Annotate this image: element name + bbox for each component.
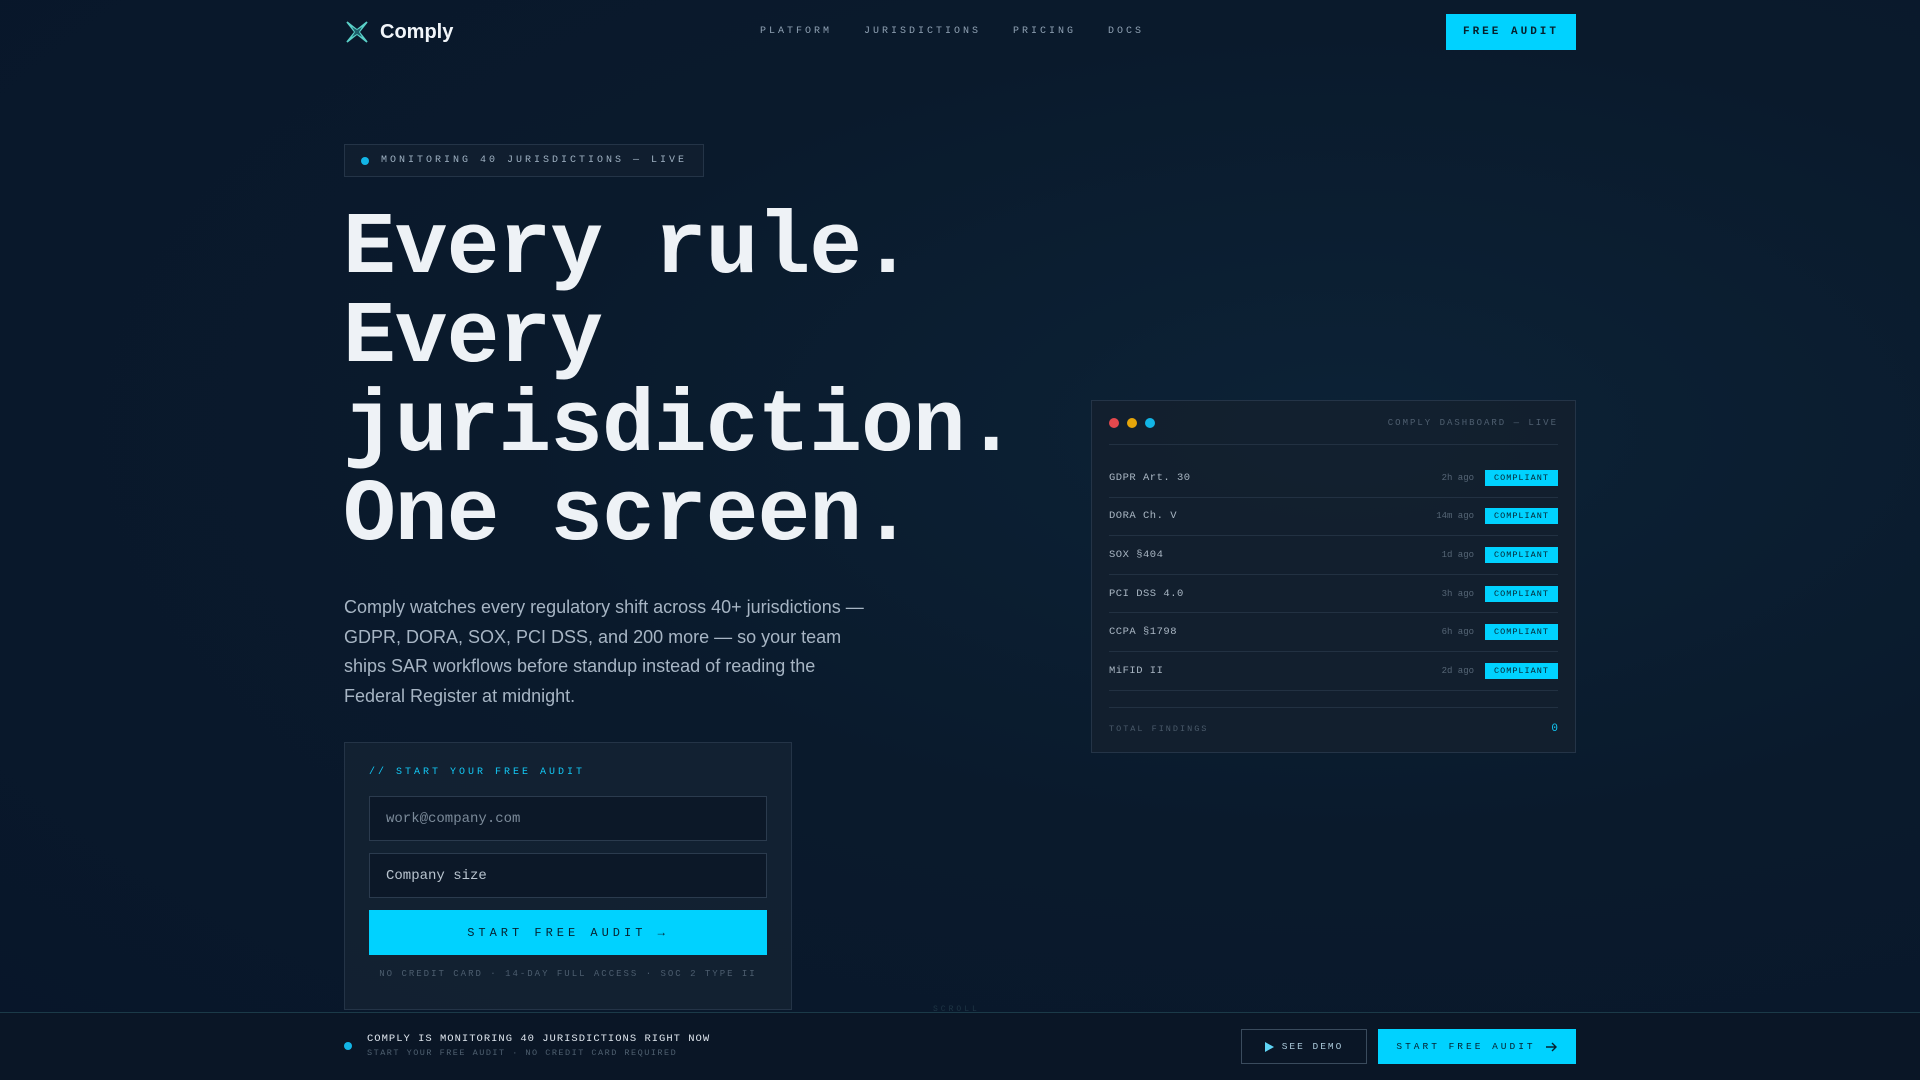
see-demo-label: SEE DEMO [1281, 1041, 1344, 1052]
headline-line-3: jurisdiction. [343, 378, 1018, 477]
email-field[interactable] [369, 796, 767, 841]
start-free-audit-label: START FREE AUDIT [1396, 1041, 1536, 1052]
nav-link-platform[interactable]: PLATFORM [760, 26, 832, 37]
regulation-name: MiFID II [1109, 664, 1164, 677]
status-badge: COMPLIANT [1485, 469, 1558, 486]
sticky-bottom-bar: COMPLY IS MONITORING 40 JURISDICTIONS RI… [0, 1012, 1920, 1080]
row-meta: 3h ago COMPLIANT [1441, 585, 1558, 602]
nav-link-pricing[interactable]: PRICING [1013, 26, 1076, 37]
nav-link-docs[interactable]: DOCS [1108, 26, 1144, 37]
regulation-name: DORA Ch. V [1109, 510, 1178, 523]
dashboard-footer: TOTAL FINDINGS 0 [1109, 706, 1558, 751]
status-badge: COMPLIANT [1485, 624, 1558, 641]
yellow-dot-icon [1127, 417, 1137, 428]
table-row: SOX §404 1d ago COMPLIANT [1109, 536, 1558, 575]
company-size-placeholder: Company size [386, 867, 487, 884]
see-demo-button[interactable]: SEE DEMO [1241, 1029, 1367, 1064]
total-findings-label: TOTAL FINDINGS [1109, 724, 1209, 735]
status-badge: COMPLIANT [1485, 508, 1558, 525]
live-badge-text: MONITORING 40 JURISDICTIONS — LIVE [381, 155, 688, 166]
free-audit-button[interactable]: FREE AUDIT [1446, 14, 1576, 50]
window-dots [1109, 417, 1155, 428]
play-icon [1264, 1041, 1274, 1052]
row-timestamp: 2d ago [1441, 665, 1474, 676]
live-badge: MONITORING 40 JURISDICTIONS — LIVE [344, 144, 704, 177]
blue-dot-icon [1145, 417, 1155, 428]
row-timestamp: 3h ago [1441, 588, 1474, 599]
table-row: DORA Ch. V 14m ago COMPLIANT [1109, 498, 1558, 537]
status-badge: COMPLIANT [1485, 585, 1558, 602]
live-dot-icon [361, 156, 369, 165]
bottom-bar-text: COMPLY IS MONITORING 40 JURISDICTIONS RI… [367, 1033, 710, 1058]
dashboard-preview: COMPLY DASHBOARD — LIVE GDPR Art. 30 2h … [1091, 400, 1576, 753]
row-meta: 2h ago COMPLIANT [1441, 469, 1558, 486]
row-meta: 1d ago COMPLIANT [1441, 546, 1558, 563]
company-size-select[interactable]: Company size [369, 853, 767, 898]
table-row: GDPR Art. 30 2h ago COMPLIANT [1109, 459, 1558, 498]
regulation-name: SOX §404 [1109, 548, 1164, 561]
row-meta: 2d ago COMPLIANT [1441, 662, 1558, 679]
headline-line-2: Every [343, 289, 603, 388]
regulation-name: GDPR Art. 30 [1109, 471, 1191, 484]
brand-name: Comply [380, 20, 454, 43]
top-nav: Comply PLATFORM JURISDICTIONS PRICING DO… [344, 14, 1576, 50]
dashboard-header: COMPLY DASHBOARD — LIVE [1109, 401, 1558, 445]
red-dot-icon [1109, 417, 1119, 428]
row-timestamp: 2h ago [1441, 472, 1474, 483]
total-findings-value: 0 [1551, 723, 1558, 736]
headline-line-4: One screen. [343, 467, 914, 566]
form-heading: // START YOUR FREE AUDIT [369, 767, 586, 778]
regulation-name: CCPA §1798 [1109, 626, 1178, 639]
dashboard-title: COMPLY DASHBOARD — LIVE [1387, 417, 1558, 428]
brand[interactable]: Comply [344, 19, 453, 45]
form-fine-print: NO CREDIT CARD · 14-DAY FULL ACCESS · SO… [379, 969, 757, 979]
row-timestamp: 6h ago [1441, 627, 1474, 638]
table-row: MiFID II 2d ago COMPLIANT [1109, 652, 1558, 691]
comply-logo-icon [346, 21, 368, 43]
bottom-bar-title: COMPLY IS MONITORING 40 JURISDICTIONS RI… [367, 1033, 711, 1045]
status-badge: COMPLIANT [1485, 662, 1558, 679]
compliance-list: GDPR Art. 30 2h ago COMPLIANT DORA Ch. V… [1109, 459, 1558, 691]
nav-links: PLATFORM JURISDICTIONS PRICING DOCS [760, 26, 1144, 37]
headline-line-1: Every rule. [343, 200, 914, 299]
table-row: CCPA §1798 6h ago COMPLIANT [1109, 613, 1558, 652]
regulation-name: PCI DSS 4.0 [1109, 587, 1184, 600]
start-free-audit-button[interactable]: START FREE AUDIT → [369, 910, 767, 955]
row-timestamp: 1d ago [1441, 549, 1474, 560]
start-free-audit-bottom-button[interactable]: START FREE AUDIT [1378, 1029, 1576, 1064]
nav-link-jurisdictions[interactable]: JURISDICTIONS [864, 26, 981, 37]
row-meta: 14m ago COMPLIANT [1436, 508, 1558, 525]
audit-form: // START YOUR FREE AUDIT Company size ST… [344, 742, 792, 1010]
status-badge: COMPLIANT [1485, 546, 1558, 563]
row-timestamp: 14m ago [1436, 511, 1474, 522]
bottom-bar-subtitle: START YOUR FREE AUDIT · NO CREDIT CARD R… [367, 1048, 678, 1058]
hero-description: Comply watches every regulatory shift ac… [344, 597, 864, 706]
bottom-bar-actions: SEE DEMO START FREE AUDIT [1241, 1029, 1576, 1064]
bottom-bar-message: COMPLY IS MONITORING 40 JURISDICTIONS RI… [344, 1033, 710, 1058]
hero-headline: Every rule. Every jurisdiction. One scre… [343, 205, 1163, 561]
table-row: PCI DSS 4.0 3h ago COMPLIANT [1109, 575, 1558, 614]
row-meta: 6h ago COMPLIANT [1441, 624, 1558, 641]
live-dot-icon [344, 1041, 352, 1050]
arrow-right-icon [1545, 1042, 1557, 1051]
